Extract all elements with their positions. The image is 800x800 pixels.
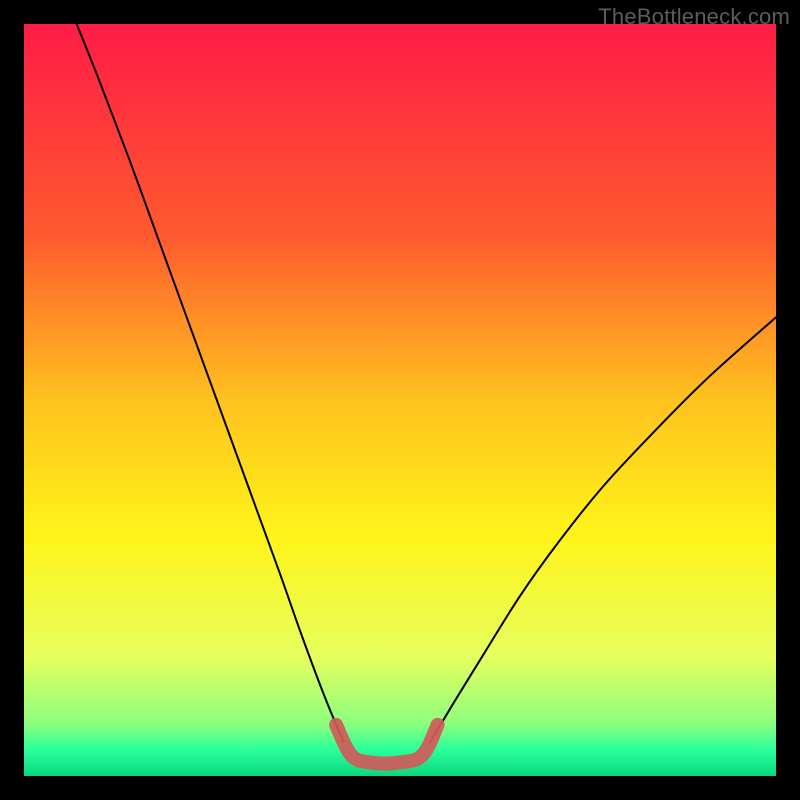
- chart-frame: TheBottleneck.com: [0, 0, 800, 800]
- chart-svg: [24, 24, 776, 776]
- plot-area: [24, 24, 776, 776]
- gradient-background: [24, 24, 776, 776]
